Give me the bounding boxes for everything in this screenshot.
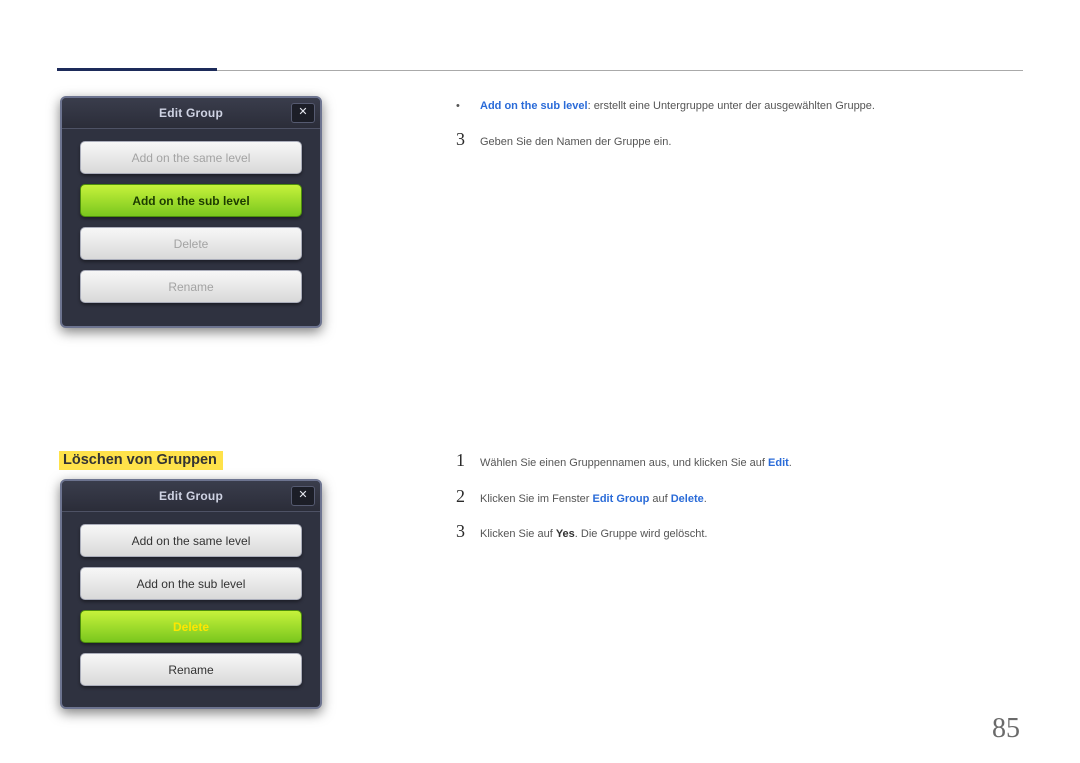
step-3: 3 Klicken Sie auf Yes. Die Gruppe wird g… (456, 521, 1023, 543)
rename-button[interactable]: Rename (80, 270, 302, 303)
close-icon[interactable]: ✕ (291, 103, 315, 123)
step-text: Wählen Sie einen Gruppennamen aus, und k… (480, 455, 792, 472)
step-3: 3 Geben Sie den Namen der Gruppe ein. (456, 129, 1023, 151)
edit-group-dialog-2: Edit Group ✕ Add on the same level Add o… (60, 479, 322, 709)
step-2: 2 Klicken Sie im Fenster Edit Group auf … (456, 486, 1023, 508)
bullet-highlight: Add on the sub level (480, 100, 588, 112)
dialog-titlebar: Edit Group ✕ (62, 98, 320, 129)
rename-button[interactable]: Rename (80, 653, 302, 686)
step-number: 3 (456, 129, 480, 150)
dialog-title: Edit Group (159, 489, 223, 503)
dialog-title: Edit Group (159, 106, 223, 120)
add-same-level-button[interactable]: Add on the same level (80, 141, 302, 174)
edit-group-dialog-1: Edit Group ✕ Add on the same level Add o… (60, 96, 322, 328)
step-text: Geben Sie den Namen der Gruppe ein. (480, 134, 671, 151)
page-number: 85 (992, 713, 1020, 745)
bullet-text: Add on the sub level: erstellt eine Unte… (480, 98, 875, 115)
delete-button[interactable]: Delete (80, 610, 302, 643)
step-text: Klicken Sie auf Yes. Die Gruppe wird gel… (480, 526, 707, 543)
delete-steps-text: 1 Wählen Sie einen Gruppennamen aus, und… (456, 450, 1023, 557)
step-number: 3 (456, 521, 480, 542)
header-accent-bar (57, 68, 217, 71)
close-icon[interactable]: ✕ (291, 486, 315, 506)
dialog-body: Add on the same level Add on the sub lev… (62, 512, 320, 702)
bullet-item: • Add on the sub level: erstellt eine Un… (456, 98, 1023, 115)
header-rule (217, 70, 1023, 71)
bullet-dot: • (456, 100, 480, 112)
step-text: Klicken Sie im Fenster Edit Group auf De… (480, 491, 707, 508)
dialog-body: Add on the same level Add on the sub lev… (62, 129, 320, 319)
add-sub-level-button[interactable]: Add on the sub level (80, 184, 302, 217)
add-sub-level-button[interactable]: Add on the sub level (80, 567, 302, 600)
section-heading-delete-groups: Löschen von Gruppen (59, 451, 223, 470)
delete-button[interactable]: Delete (80, 227, 302, 260)
dialog-titlebar: Edit Group ✕ (62, 481, 320, 512)
step-number: 1 (456, 450, 480, 471)
bullet-rest: : erstellt eine Untergruppe unter der au… (588, 100, 875, 112)
add-same-level-button[interactable]: Add on the same level (80, 524, 302, 557)
step-1: 1 Wählen Sie einen Gruppennamen aus, und… (456, 450, 1023, 472)
top-right-text: • Add on the sub level: erstellt eine Un… (456, 98, 1023, 164)
step-number: 2 (456, 486, 480, 507)
